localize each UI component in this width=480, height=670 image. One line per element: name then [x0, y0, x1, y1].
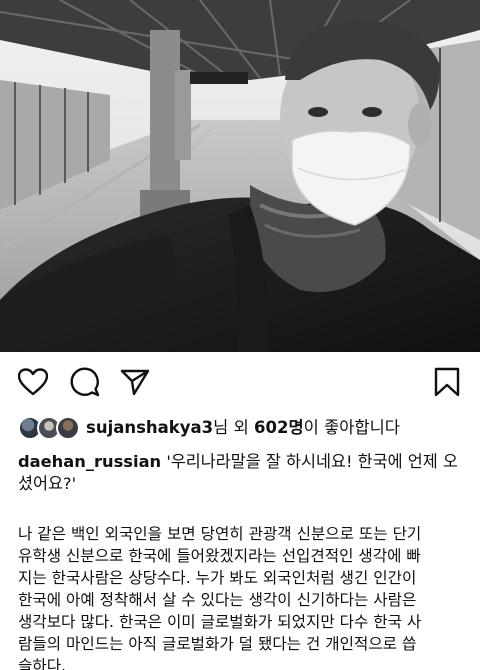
caption-line: 유학생 신분으로 한국에 들어왔겠지라는 선입견적인 생각에 빠 [18, 547, 421, 565]
post-actions [0, 352, 480, 412]
like-button[interactable] [17, 366, 49, 398]
liker-username[interactable]: sujanshakya3 [86, 418, 213, 437]
avatar [56, 416, 80, 440]
likes-suffix-2: 이 좋아합니다 [303, 418, 400, 437]
likes-suffix: 님 외 [213, 418, 255, 437]
caption-line: 나 같은 백인 외국인을 보면 당연히 관광객 신분으로 또는 단기 [18, 525, 422, 543]
caption-line: 생각보다 많다. 한국은 이미 글로벌화가 되었지만 다수 한국 사 [18, 613, 422, 631]
save-button[interactable] [431, 366, 463, 398]
bookmark-icon [434, 367, 460, 397]
send-icon [120, 369, 150, 396]
comment-icon [70, 367, 100, 397]
caption-line: 한국에 아예 정착해서 살 수 있다는 생각이 신기하다는 사람은 [18, 591, 417, 609]
caption-body: 나 같은 백인 외국인을 보면 당연히 관광객 신분으로 또는 단기 유학생 신… [18, 523, 464, 670]
share-button[interactable] [119, 366, 151, 398]
likes-summary[interactable]: sujanshakya3님 외 602명이 좋아합니다 [86, 417, 400, 439]
heart-icon [18, 368, 48, 396]
caption-line: 슬하다. [18, 657, 66, 670]
caption-line: 람들의 마인드는 아직 글로벌화가 덜 됐다는 건 개인적으로 씁 [18, 635, 417, 653]
caption-username[interactable]: daehan_russian [18, 452, 161, 471]
post-caption: daehan_russian '우리나라말을 잘 하시네요! 한국에 언제 오셨… [18, 451, 464, 495]
caption-line: 지는 한국사람은 상당수다. 누가 봐도 외국인처럼 생긴 인간이 [18, 569, 417, 587]
likes-count[interactable]: 602명 [254, 418, 304, 437]
likes-row: sujanshakya3님 외 602명이 좋아합니다 [0, 413, 480, 443]
selfie-photo [0, 0, 480, 352]
comment-button[interactable] [69, 366, 101, 398]
liker-avatars[interactable] [18, 416, 82, 440]
post-photo[interactable] [0, 0, 480, 352]
